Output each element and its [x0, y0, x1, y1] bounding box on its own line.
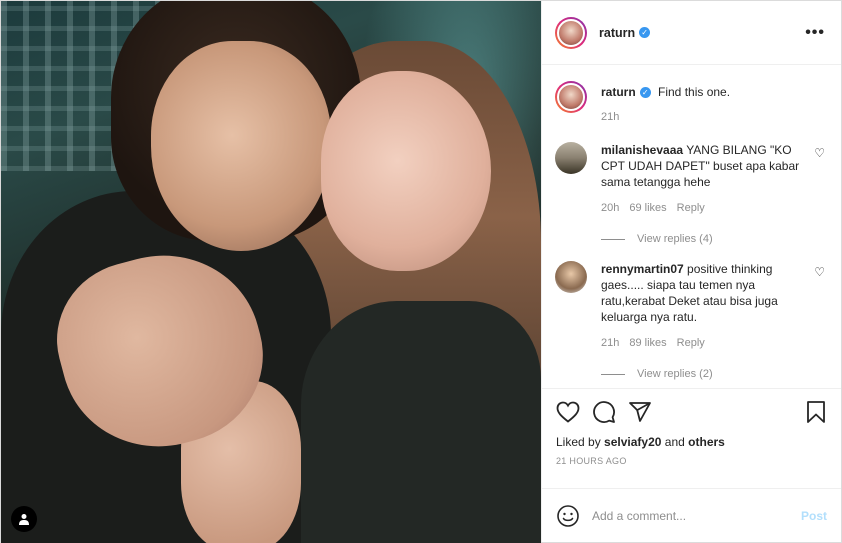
caption-text: Find this one.	[658, 85, 731, 99]
comment-like-icon[interactable]: ♡	[814, 146, 825, 160]
view-replies-button[interactable]: View replies (2)	[601, 368, 825, 380]
verified-icon: ✓	[639, 27, 651, 38]
more-horizontal-icon[interactable]: •••	[805, 24, 825, 42]
comment-author[interactable]: milanishevaaa	[601, 143, 683, 157]
comment-item: rennymartin07 positive thinking gaes....…	[555, 261, 825, 351]
post-timestamp[interactable]: 21 HOURS AGO	[556, 456, 827, 466]
caption-avatar[interactable]	[555, 81, 587, 113]
comment-item: milanishevaaa YANG BILANG "KO CPT UDAH D…	[555, 142, 825, 216]
add-comment-bar: Post	[542, 488, 841, 542]
reply-button[interactable]: Reply	[677, 200, 705, 216]
reply-button[interactable]: Reply	[677, 335, 705, 351]
comments-list: raturn ✓ Find this one. 21h milanishevaaa…	[542, 65, 841, 388]
save-bookmark-icon[interactable]	[805, 400, 827, 424]
liked-by-others[interactable]: others	[688, 435, 725, 449]
caption-time[interactable]: 21h	[601, 108, 730, 126]
verified-icon: ✓	[639, 87, 651, 99]
person-icon	[19, 514, 29, 525]
post-modal: raturn ✓ ••• raturn✓ Find this one. 21h	[0, 0, 842, 543]
comment-author[interactable]: rennymartin07	[601, 262, 684, 276]
emoji-icon[interactable]	[556, 504, 580, 528]
comment-likes[interactable]: 69 likes	[629, 200, 666, 216]
comment-time[interactable]: 20h	[601, 200, 619, 216]
view-replies-button[interactable]: View replies (4)	[601, 233, 825, 245]
comment-time[interactable]: 21h	[601, 335, 619, 351]
like-heart-icon[interactable]	[556, 401, 580, 423]
post-photo[interactable]	[1, 1, 541, 543]
caption-author[interactable]: raturn	[601, 85, 636, 99]
comment-input[interactable]	[592, 508, 801, 523]
comment-likes[interactable]: 89 likes	[629, 335, 666, 351]
post-actions: Liked by selviafy20 and others 21 HOURS …	[542, 388, 841, 488]
comment-like-icon[interactable]: ♡	[814, 265, 825, 279]
post-side-panel: raturn ✓ ••• raturn✓ Find this one. 21h	[541, 1, 841, 542]
post-header: raturn ✓ •••	[542, 1, 841, 65]
commenter-avatar[interactable]	[555, 261, 587, 293]
author-avatar[interactable]	[555, 16, 587, 49]
share-paper-plane-icon[interactable]	[628, 400, 652, 424]
post-comment-button[interactable]: Post	[801, 509, 827, 523]
liked-by: Liked by selviafy20 and others	[556, 435, 725, 449]
author-username[interactable]: raturn	[599, 26, 635, 40]
caption: raturn ✓ Find this one. 21h	[555, 81, 825, 126]
user-tag-button[interactable]	[11, 506, 37, 532]
comment-bubble-icon[interactable]	[592, 400, 616, 424]
liked-by-user[interactable]: selviafy20	[604, 435, 661, 449]
commenter-avatar[interactable]	[555, 142, 587, 174]
